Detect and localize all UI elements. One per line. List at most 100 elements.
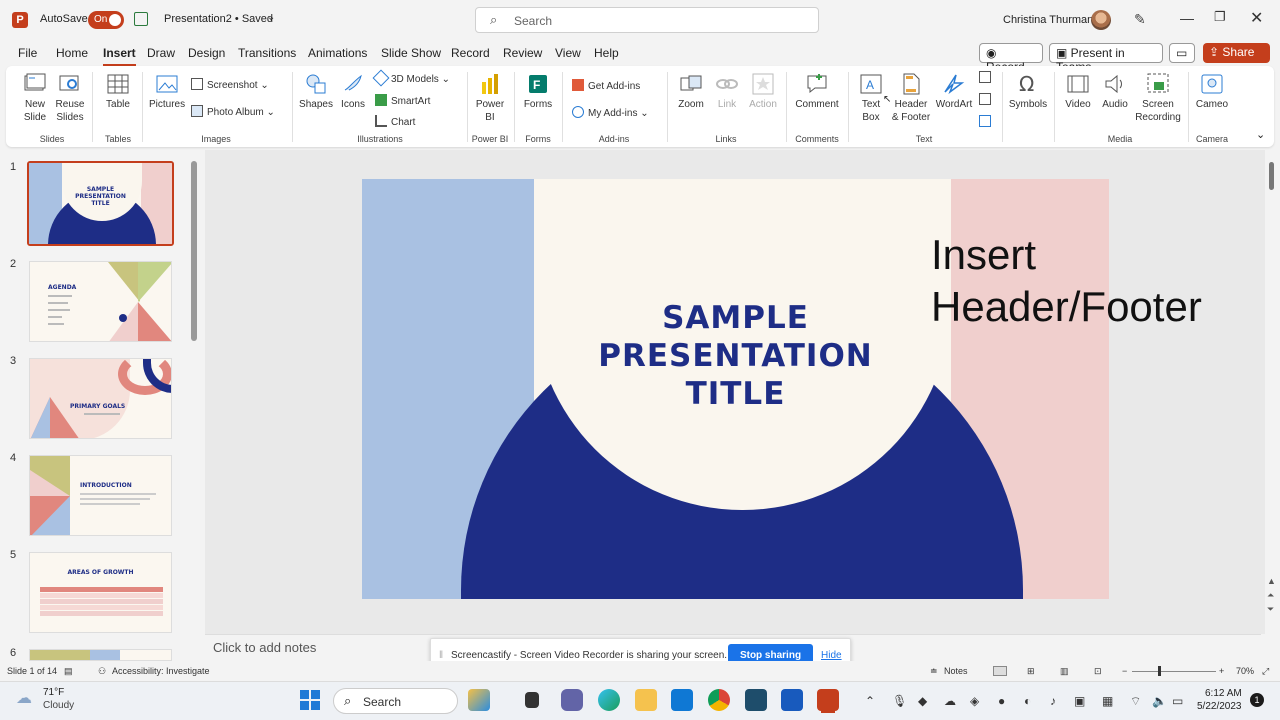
word-icon[interactable]: [781, 689, 803, 711]
drag-handle-icon[interactable]: ‖: [439, 650, 443, 661]
restore-icon[interactable]: ❐: [1214, 9, 1226, 25]
tray-app-icon[interactable]: ▦: [1102, 694, 1113, 708]
zoom-slider-track[interactable]: [1132, 671, 1216, 672]
thumbnail-scrollbar[interactable]: [190, 158, 198, 658]
slide-number-icon[interactable]: [979, 93, 991, 105]
power-bi-button[interactable]: Power BI: [474, 72, 506, 124]
zoom-level[interactable]: 70%: [1236, 666, 1254, 676]
scrollbar-thumb[interactable]: [1269, 162, 1274, 190]
search-input[interactable]: ⌕ Search: [475, 7, 819, 33]
scrollbar-thumb[interactable]: [191, 161, 197, 341]
taskbar-search[interactable]: ⌕ Search: [333, 688, 458, 714]
cameo-button[interactable]: Cameo: [1194, 72, 1230, 111]
save-icon[interactable]: [134, 12, 148, 26]
tab-file[interactable]: File: [18, 46, 37, 60]
scroll-up-icon[interactable]: ▲: [1267, 576, 1276, 586]
close-icon[interactable]: ✕: [1250, 8, 1263, 28]
forms-button[interactable]: F Forms: [522, 72, 554, 111]
fit-to-window-icon[interactable]: ⤢: [1262, 666, 1269, 677]
smartart-button[interactable]: SmartArt: [375, 94, 430, 107]
zoom-button[interactable]: Zoom: [676, 72, 706, 111]
tab-design[interactable]: Design: [188, 46, 225, 60]
slide-show-icon[interactable]: ⊡: [1094, 666, 1102, 677]
slide-thumbnail-2[interactable]: AGENDA: [29, 261, 172, 342]
chart-button[interactable]: Chart: [375, 115, 415, 128]
spelling-icon[interactable]: ▤: [64, 666, 73, 677]
notes-button[interactable]: Notes: [944, 666, 968, 676]
share-button[interactable]: ⇪ Share: [1203, 43, 1270, 63]
ribbon-collapse-icon[interactable]: ⌄: [1256, 128, 1265, 141]
my-addins-button[interactable]: My Add-ins ⌄: [572, 106, 649, 119]
accessibility-icon[interactable]: ⚇: [98, 666, 106, 677]
widget-icon[interactable]: [468, 689, 490, 711]
tab-home[interactable]: Home: [56, 46, 88, 60]
slide-thumbnail-4[interactable]: INTRODUCTION: [29, 455, 172, 536]
audio-button[interactable]: Audio: [1099, 72, 1131, 111]
windows-start-icon[interactable]: [300, 690, 320, 710]
edge-icon[interactable]: [598, 689, 620, 711]
weather-temp[interactable]: 71°F: [43, 687, 64, 698]
tab-animations[interactable]: Animations: [308, 46, 367, 60]
link-button[interactable]: Link: [713, 72, 741, 111]
reading-view-icon[interactable]: ▥: [1060, 666, 1069, 677]
get-addins-button[interactable]: Get Add-ins: [572, 79, 640, 92]
chrome-icon[interactable]: [708, 689, 730, 711]
battery-icon[interactable]: ▭: [1172, 694, 1183, 708]
date-time-icon[interactable]: [979, 71, 991, 83]
comment-button[interactable]: Comment: [794, 72, 840, 111]
clock-time[interactable]: 6:12 AM: [1205, 688, 1242, 699]
avatar[interactable]: [1091, 10, 1111, 30]
slide-thumbnail-6[interactable]: [29, 649, 172, 661]
tab-review[interactable]: Review: [503, 46, 542, 60]
slide-sorter-icon[interactable]: ⊞: [1027, 666, 1035, 677]
record-button[interactable]: ◉ Record: [979, 43, 1043, 74]
slide-thumbnail-1[interactable]: SAMPLE PRESENTATION TITLE: [27, 161, 174, 246]
volume-icon[interactable]: 🔈: [1152, 694, 1167, 708]
shapes-button[interactable]: Shapes: [299, 72, 333, 111]
microphone-icon[interactable]: 🎙: [892, 694, 907, 708]
slide-thumbnail-5[interactable]: AREAS OF GROWTH: [29, 552, 172, 633]
tab-transitions[interactable]: Transitions: [238, 46, 296, 60]
pen-icon[interactable]: ✎: [1134, 11, 1146, 28]
store-icon[interactable]: [671, 689, 693, 711]
zoom-slider-thumb[interactable]: [1158, 666, 1161, 676]
tray-app-icon[interactable]: ◈: [970, 694, 979, 708]
new-slide-button[interactable]: New Slide: [18, 72, 52, 124]
action-button[interactable]: Action: [747, 72, 779, 111]
table-button[interactable]: Table: [103, 72, 133, 111]
document-title[interactable]: Presentation2 • Saved: [164, 13, 273, 25]
tab-insert[interactable]: Insert: [103, 46, 136, 66]
tab-slide-show[interactable]: Slide Show: [381, 46, 441, 60]
tray-app-icon[interactable]: ◆: [918, 694, 927, 708]
icons-button[interactable]: Icons: [339, 72, 367, 111]
header-footer-button[interactable]: Header & Footer: [890, 72, 932, 124]
weather-condition[interactable]: Cloudy: [43, 700, 74, 711]
previous-slide-icon[interactable]: ⏶: [1267, 590, 1274, 601]
chevron-down-icon[interactable]: ⌄: [267, 12, 275, 23]
symbols-button[interactable]: Ω Symbols: [1008, 72, 1048, 111]
wifi-icon[interactable]: ⌔: [1130, 694, 1141, 709]
3d-models-button[interactable]: 3D Models ⌄: [372, 69, 450, 87]
comments-button[interactable]: ▭: [1169, 43, 1195, 63]
zoom-in-icon[interactable]: +: [1219, 666, 1224, 676]
tray-overflow-icon[interactable]: ⌃: [865, 694, 875, 708]
reuse-slides-button[interactable]: Reuse Slides: [55, 72, 85, 124]
tray-app-icon[interactable]: ◐: [1024, 694, 1031, 708]
slide-title-line-2[interactable]: PRESENTATION: [362, 337, 1109, 375]
editor-scrollbar[interactable]: [1266, 158, 1278, 618]
wordart-button[interactable]: WordArt: [934, 72, 974, 111]
video-button[interactable]: Video: [1062, 72, 1094, 111]
clock-date[interactable]: 5/22/2023: [1197, 701, 1242, 712]
screenshot-button[interactable]: Screenshot ⌄: [191, 78, 269, 91]
normal-view-icon[interactable]: [993, 666, 1007, 676]
notes-icon[interactable]: ≐: [930, 666, 938, 677]
tab-draw[interactable]: Draw: [147, 46, 175, 60]
text-box-button[interactable]: A Text Box: [856, 72, 886, 124]
tab-record[interactable]: Record: [451, 46, 490, 60]
pictures-button[interactable]: Pictures: [149, 72, 185, 111]
file-explorer-icon[interactable]: [635, 689, 657, 711]
slide-title-line-3[interactable]: TITLE: [362, 375, 1109, 413]
screen-recording-button[interactable]: Screen Recording: [1134, 72, 1182, 124]
onedrive-icon[interactable]: ☁: [944, 694, 956, 708]
notification-badge[interactable]: 1: [1250, 693, 1264, 707]
